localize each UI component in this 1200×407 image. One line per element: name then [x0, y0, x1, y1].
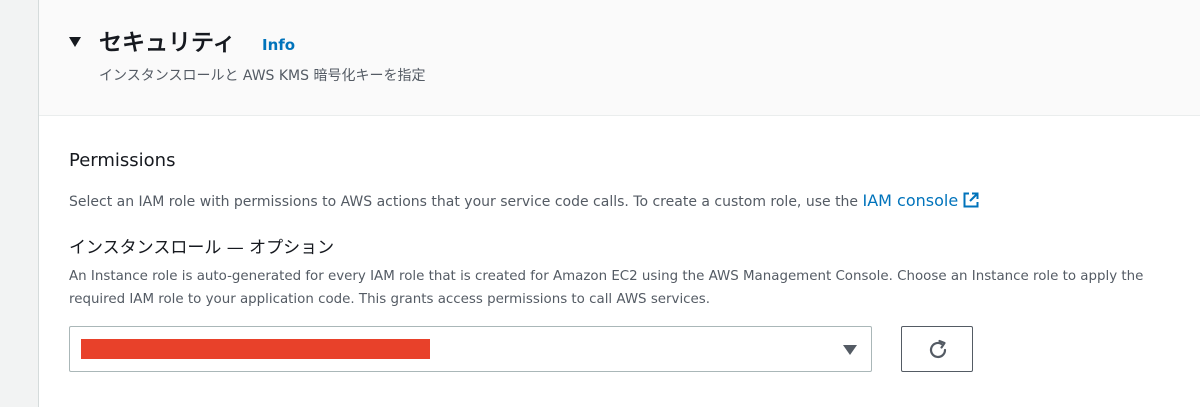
caret-down-icon	[843, 345, 857, 355]
redacted-selected-value	[81, 339, 430, 359]
external-link-icon[interactable]	[962, 191, 980, 215]
section-description: インスタンスロールと AWS KMS 暗号化キーを指定	[99, 68, 426, 84]
refresh-icon	[929, 339, 947, 359]
permissions-description: Select an IAM role with permissions to A…	[69, 191, 980, 215]
section-header: セキュリティ Info インスタンスロールと AWS KMS 暗号化キーを指定	[39, 0, 1200, 116]
instance-role-description: An Instance role is auto-generated for e…	[69, 269, 1144, 307]
security-panel: セキュリティ Info インスタンスロールと AWS KMS 暗号化キーを指定 …	[38, 0, 1200, 407]
section-title[interactable]: セキュリティ	[99, 27, 236, 59]
instance-role-select[interactable]	[69, 326, 872, 372]
permissions-description-text: Select an IAM role with permissions to A…	[69, 194, 863, 210]
refresh-button[interactable]	[901, 326, 973, 372]
info-link[interactable]: Info	[262, 34, 295, 56]
caret-down-icon[interactable]	[69, 37, 81, 47]
instance-role-label: インスタンスロール — オプション	[69, 238, 335, 258]
permissions-heading: Permissions	[69, 150, 176, 171]
iam-console-link[interactable]: IAM console	[863, 191, 959, 210]
